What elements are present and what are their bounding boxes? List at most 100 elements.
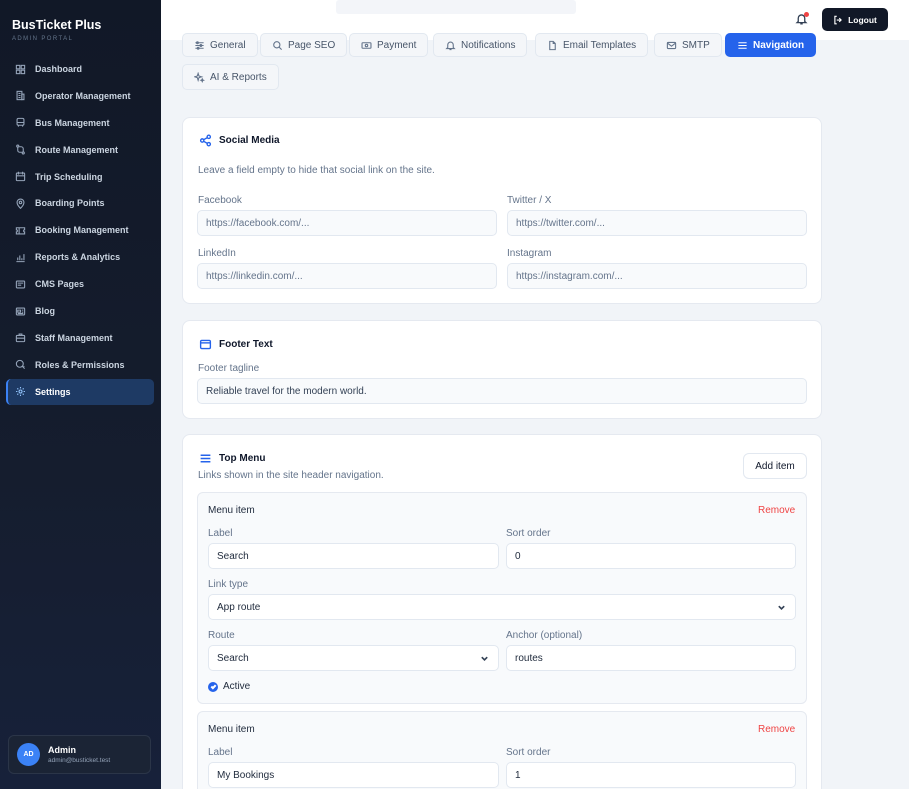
sort-order-input[interactable]: 0 [506,543,796,569]
brand: BusTicket Plus ADMIN PORTAL [12,18,101,42]
sidebar-item-label: Dashboard [35,64,83,74]
sort-order-label: Sort order [506,528,551,539]
footer-tagline-label: Footer tagline [198,363,260,374]
money-icon [361,41,372,49]
sort-order-label: Sort order [506,747,551,758]
gear-icon [16,387,25,397]
map-pin-icon [16,198,25,209]
active-checkbox[interactable]: Active [208,681,250,692]
menu-label-label: Label [208,747,233,758]
sidebar-item-route-management[interactable]: Route Management [6,137,154,163]
linkedin-label: LinkedIn [198,248,236,259]
add-item-button[interactable]: Add item [743,453,807,479]
notification-dot [804,12,809,17]
card-title: Footer Text [219,339,273,350]
footer-text-card: Footer Text [182,320,822,419]
sidebar-item-label: CMS Pages [35,279,85,290]
remove-button[interactable]: Remove [758,505,795,516]
user-email: admin@busticket.test [48,757,111,764]
sidebar-item-roles-permissions[interactable]: Roles & Permissions [6,352,154,378]
tab-label: AI & Reports [210,71,267,83]
facebook-label: Facebook [198,195,242,206]
card-heading: Footer Text [199,338,273,351]
calendar-icon [15,171,26,182]
tab-smtp[interactable]: SMTP [654,33,722,57]
sidebar-item-reports-analytics[interactable]: Reports & Analytics [6,244,154,270]
remove-button[interactable]: Remove [758,724,795,735]
share-icon [199,134,212,147]
tab-email-templates[interactable]: Email Templates [535,33,649,57]
window-icon [199,339,212,350]
card-heading: Top Menu [199,452,265,465]
menu-label-input[interactable]: My Bookings [208,762,499,788]
newspaper-icon [15,307,26,316]
anchor-input[interactable]: routes [506,645,796,671]
tab-label: Notifications [461,39,516,51]
route-select[interactable]: Search [208,645,499,671]
sidebar-item-cms-pages[interactable]: CMS Pages [6,271,154,297]
sidebar-item-booking-management[interactable]: Booking Management [6,217,154,243]
sidebar-item-boarding-points[interactable]: Boarding Points [6,190,154,216]
page-icon [15,280,26,289]
sidebar-nav: Dashboard Operator Management Bus Manage… [6,56,154,406]
facebook-input[interactable]: https://facebook.com/... [197,210,497,236]
menu-item-heading: Menu item [208,505,255,516]
anchor-label: Anchor (optional) [506,630,583,641]
top-menu-hint: Links shown in the site header navigatio… [198,470,384,481]
header-placeholder-bar [336,0,576,14]
link-type-select[interactable]: App route [208,594,796,620]
tab-label: Navigation [753,39,805,51]
active-label: Active [223,681,251,692]
sidebar-item-label: Settings [35,386,71,397]
sidebar-item-label: Reports & Analytics [35,252,121,263]
search-icon [273,40,283,50]
tab-label: SMTP [682,39,710,51]
sidebar-item-label: Trip Scheduling [35,171,103,182]
sidebar-item-bus-management[interactable]: Bus Management [6,110,154,136]
shield-icon [15,360,26,370]
logout-icon [834,15,843,24]
instagram-input[interactable]: https://instagram.com/... [507,263,807,289]
sidebar-item-label: Staff Management [35,332,113,343]
user-card[interactable]: AD Admin admin@busticket.test [8,735,151,774]
tab-general[interactable]: General [182,33,258,57]
sidebar-item-trip-scheduling[interactable]: Trip Scheduling [6,164,154,190]
tab-notifications[interactable]: Notifications [433,33,528,57]
twitter-input[interactable]: https://twitter.com/... [507,210,807,236]
dashboard-icon [15,64,26,74]
chevron-down-icon [778,605,785,610]
sort-order-input[interactable]: 1 [506,762,796,788]
building-icon [16,91,25,101]
sidebar-item-label: Roles & Permissions [35,359,125,370]
menu-item-heading: Menu item [208,724,255,735]
linkedin-input[interactable]: https://linkedin.com/... [197,263,497,289]
tab-label: Page SEO [288,39,336,51]
sidebar-item-label: Blog [35,306,55,317]
sidebar-item-label: Route Management [35,144,119,155]
tab-payment[interactable]: Payment [349,33,429,57]
footer-tagline-input[interactable]: Reliable travel for the modern world. [197,378,807,404]
bell-icon [445,41,456,50]
route-label: Route [208,630,235,641]
sidebar-item-staff-management[interactable]: Staff Management [6,325,154,351]
tab-ai-reports[interactable]: AI & Reports [182,64,279,90]
notifications-button[interactable] [795,12,809,28]
sidebar: BusTicket Plus ADMIN PORTAL Dashboard Op… [0,0,161,789]
menu-label-input[interactable]: Search [208,543,499,569]
sidebar-item-label: Boarding Points [35,198,105,209]
sidebar-item-blog[interactable]: Blog [6,298,154,324]
tab-navigation[interactable]: Navigation [725,33,817,57]
tab-page-seo[interactable]: Page SEO [260,33,348,57]
sidebar-item-operator-management[interactable]: Operator Management [6,83,154,109]
sliders-icon [195,40,204,50]
sidebar-item-dashboard[interactable]: Dashboard [6,56,154,82]
twitter-label: Twitter / X [507,195,552,206]
logout-button[interactable]: Logout [822,8,888,31]
social-hint: Leave a field empty to hide that social … [198,165,435,176]
sidebar-item-settings[interactable]: Settings [6,378,154,405]
logout-label: Logout [848,14,877,25]
bus-icon [16,118,25,127]
briefcase-icon [15,333,26,343]
ticket-icon [15,227,26,235]
sparkle-icon [194,71,205,83]
